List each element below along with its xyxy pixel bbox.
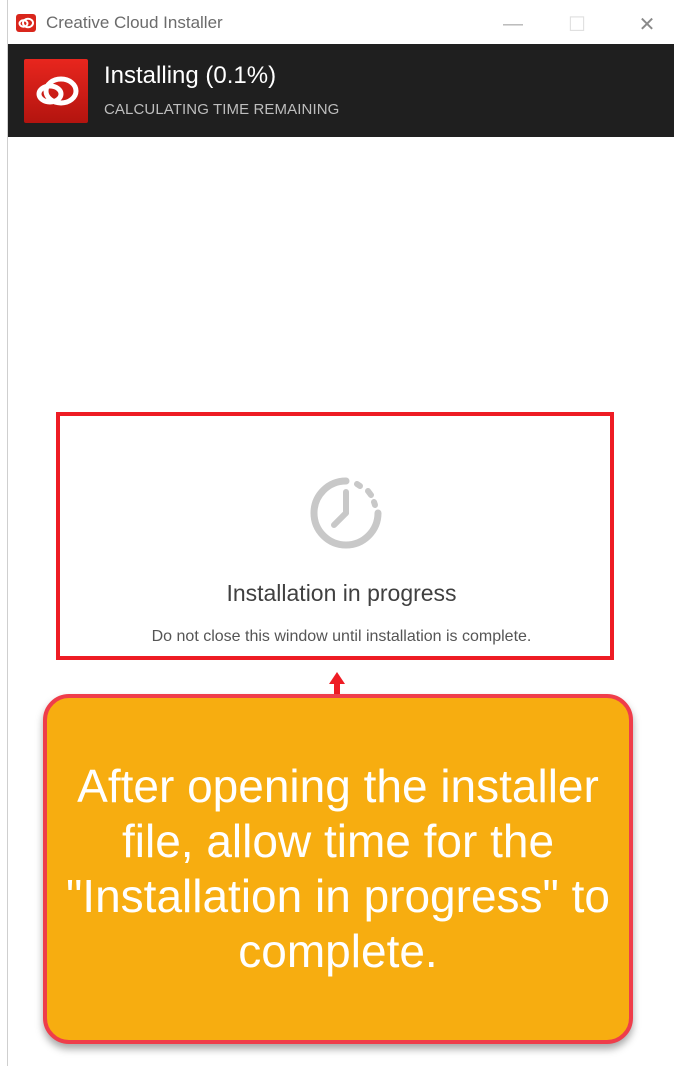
status-subtitle: CALCULATING TIME REMAINING <box>104 101 340 118</box>
maximize-button[interactable]: ☐ <box>554 8 600 40</box>
window-title: Creative Cloud Installer <box>46 13 223 32</box>
close-button[interactable]: ✕ <box>624 8 670 40</box>
title-bar[interactable]: Creative Cloud Installer — ☐ ✕ <box>8 0 674 44</box>
creative-cloud-logo-icon <box>24 59 88 123</box>
instruction-callout: After opening the installer file, allow … <box>43 694 633 1044</box>
status-header: Installing (0.1%) CALCULATING TIME REMAI… <box>8 44 674 137</box>
highlight-box <box>56 412 614 660</box>
creative-cloud-small-icon <box>16 14 36 32</box>
callout-text: After opening the installer file, allow … <box>65 760 611 977</box>
status-title: Installing (0.1%) <box>104 62 277 89</box>
minimize-button[interactable]: — <box>490 8 536 40</box>
